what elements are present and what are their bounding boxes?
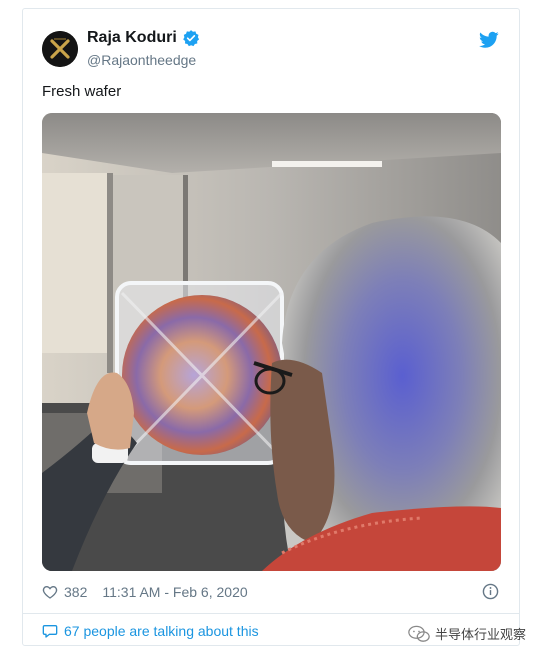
tweet-timestamp[interactable]: 11:31 AM - Feb 6, 2020 (102, 584, 247, 600)
author-handle[interactable]: @Rajaontheedge (87, 52, 196, 68)
tweet-meta: 382 11:31 AM - Feb 6, 2020 (42, 584, 248, 600)
verified-badge-icon (182, 30, 199, 47)
wechat-logo-icon (408, 625, 430, 642)
author-name[interactable]: Raja Koduri (87, 29, 177, 47)
avatar[interactable] (42, 31, 78, 67)
divider (23, 613, 519, 614)
speech-bubble-icon (42, 625, 58, 638)
twitter-bird-icon[interactable] (479, 31, 499, 49)
tweet-photo[interactable] (42, 113, 501, 571)
conversation-text[interactable]: 67 people are talking about this (64, 623, 259, 639)
tweet-card: Raja Koduri @Rajaontheedge Fresh wafer 3… (22, 8, 520, 646)
info-icon[interactable] (482, 583, 499, 600)
author-row: Raja Koduri (87, 29, 200, 47)
tweet-text: Fresh wafer (42, 83, 122, 100)
heart-icon[interactable] (42, 584, 58, 600)
conversation-link[interactable]: 67 people are talking about this (42, 623, 259, 639)
like-count[interactable]: 382 (64, 584, 87, 600)
watermark: 半导体行业观察 (408, 624, 526, 643)
watermark-label: 半导体行业观察 (435, 627, 527, 642)
